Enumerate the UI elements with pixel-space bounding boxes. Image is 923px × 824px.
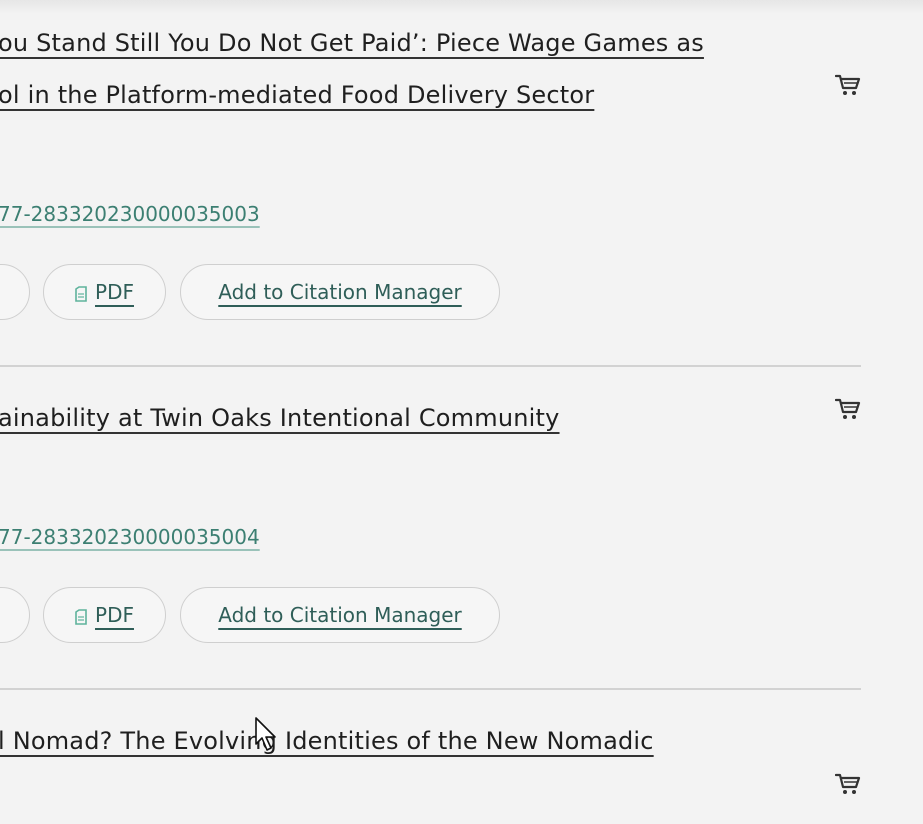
pdf-label: PDF — [95, 603, 134, 627]
pdf-label: PDF — [95, 280, 134, 304]
result-1-partial-button[interactable] — [0, 264, 30, 320]
result-divider — [0, 688, 861, 690]
result-3-title-line-1[interactable]: l Nomad? The Evolving Identities of the … — [0, 726, 654, 756]
mouse-pointer-icon — [255, 717, 276, 751]
result-2-doi-link[interactable]: 77-283320230000035004 — [0, 525, 260, 549]
pdf-file-icon — [75, 286, 87, 302]
citation-label: Add to Citation Manager — [218, 603, 462, 627]
result-1-add-to-citation-manager-button[interactable]: Add to Citation Manager — [180, 264, 500, 320]
result-divider — [0, 365, 861, 367]
citation-label: Add to Citation Manager — [218, 280, 462, 304]
shopping-cart-icon[interactable] — [835, 397, 861, 421]
result-2-pdf-button[interactable]: PDF — [43, 587, 166, 643]
search-results-page: ou Stand Still You Do Not Get Paid’: Pie… — [0, 0, 923, 824]
result-2-partial-button[interactable] — [0, 587, 30, 643]
result-2-add-to-citation-manager-button[interactable]: Add to Citation Manager — [180, 587, 500, 643]
result-1-doi-link[interactable]: 77-283320230000035003 — [0, 202, 260, 226]
result-1-title-line-1[interactable]: ou Stand Still You Do Not Get Paid’: Pie… — [0, 28, 704, 58]
result-2-title-line-1[interactable]: ainability at Twin Oaks Intentional Comm… — [0, 403, 560, 433]
shopping-cart-icon[interactable] — [835, 73, 861, 97]
result-1-title-line-2[interactable]: ol in the Platform-mediated Food Deliver… — [0, 80, 594, 110]
result-1-pdf-button[interactable]: PDF — [43, 264, 166, 320]
top-shadow — [0, 0, 923, 14]
pdf-file-icon — [75, 609, 87, 625]
shopping-cart-icon[interactable] — [835, 772, 861, 796]
